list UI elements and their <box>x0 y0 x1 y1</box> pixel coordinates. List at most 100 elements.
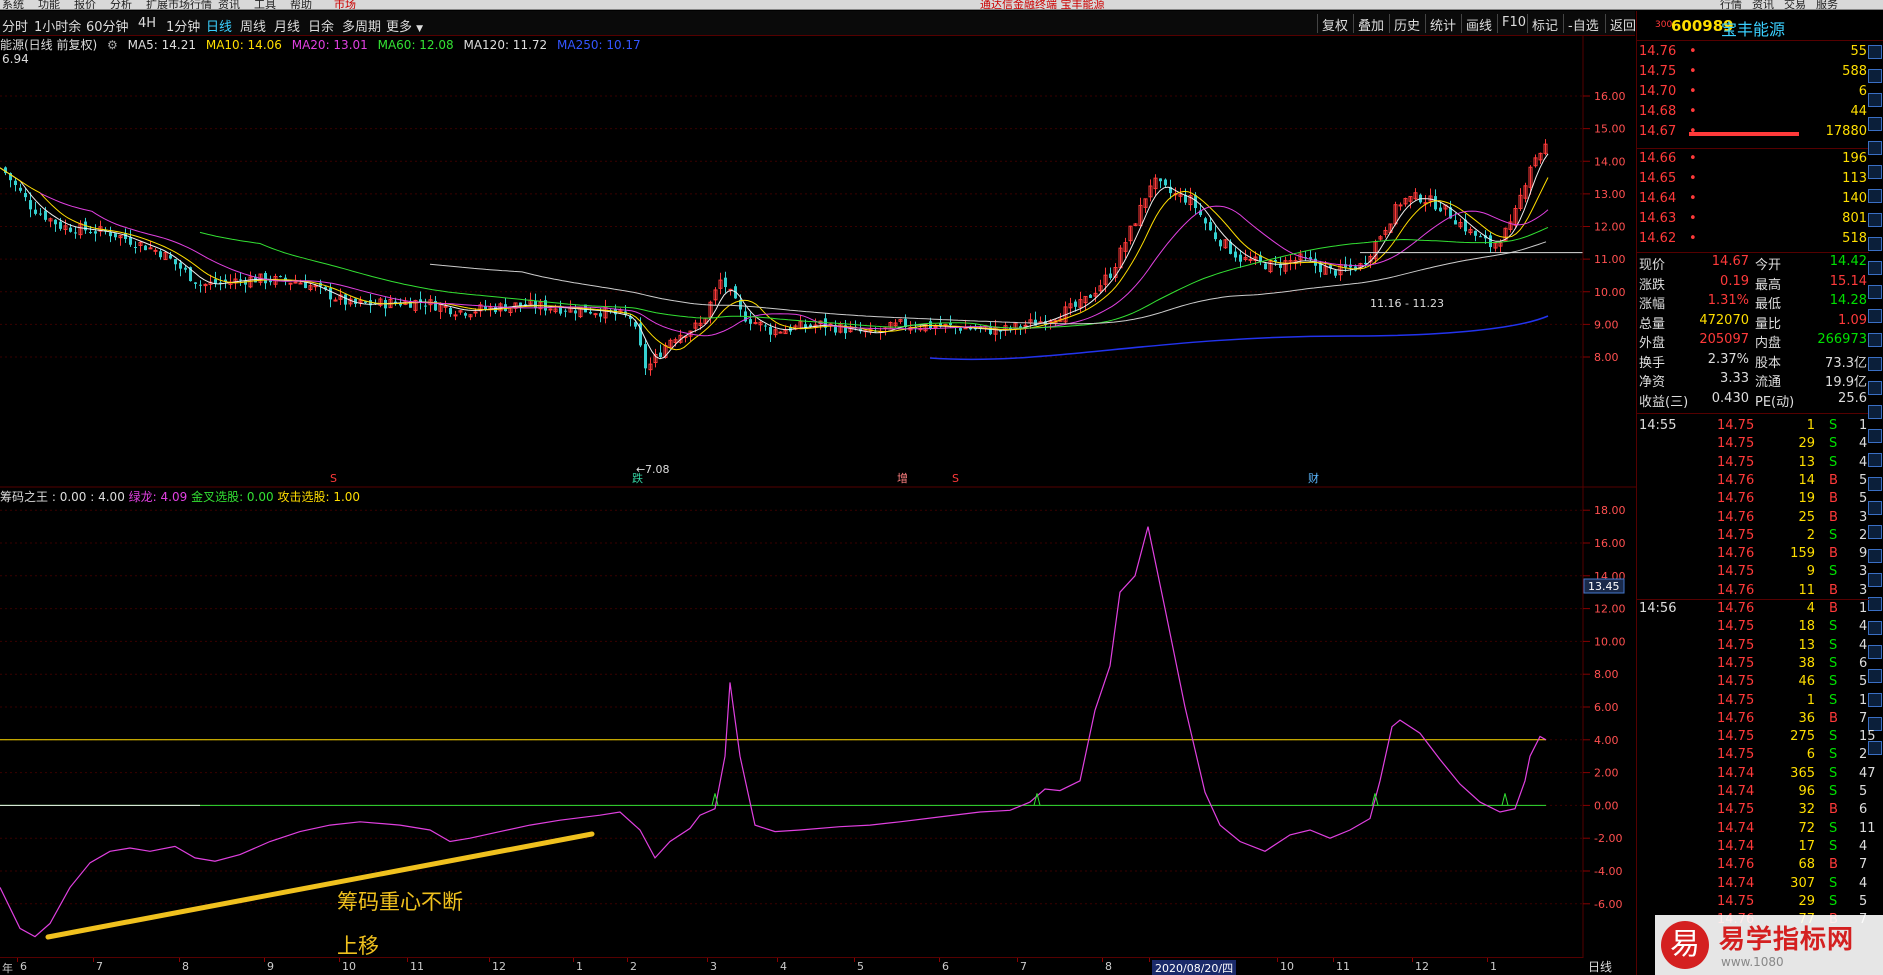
tick-row[interactable]: 14.74 307 S 4 <box>1637 876 1877 894</box>
button-mark[interactable]: 标记 <box>1527 14 1562 34</box>
tick-row[interactable]: 14.75 32 B 6 <box>1637 802 1877 820</box>
side-tool-icon[interactable] <box>1868 213 1882 227</box>
side-tool-icon[interactable] <box>1868 333 1882 347</box>
button-back[interactable]: 返回 <box>1605 14 1640 34</box>
side-tool-icon[interactable] <box>1868 261 1882 275</box>
tick-row[interactable]: 14.76 25 B 3 <box>1637 510 1877 528</box>
side-tool-icon[interactable] <box>1868 357 1882 371</box>
tick-row[interactable]: 14.75 38 S 6 <box>1637 656 1877 674</box>
tick-row[interactable]: 14.75 13 S 4 <box>1637 455 1877 473</box>
side-tool-icon[interactable] <box>1868 141 1882 155</box>
event-marker[interactable]: 增 <box>897 471 908 485</box>
period-monthly[interactable]: 月线 <box>274 16 300 35</box>
tick-row[interactable]: 14.75 29 S 5 <box>1637 894 1877 912</box>
side-tool-icon[interactable] <box>1868 117 1882 131</box>
period-60min[interactable]: 60分钟 <box>86 16 129 35</box>
tick-row[interactable]: 14.75 18 S 4 <box>1637 619 1877 637</box>
tick-row[interactable]: 14.76 11 B 3 <box>1637 583 1877 601</box>
tick-row[interactable]: 14:55 14.75 1 S 1 <box>1637 418 1877 436</box>
tick-row[interactable]: 14.74 96 S 5 <box>1637 784 1877 802</box>
tick-row[interactable]: 14.74 365 S 47 <box>1637 766 1877 784</box>
ask-row[interactable]: 14.67•17880 <box>1637 124 1867 144</box>
tick-row[interactable]: 14.74 17 S 4 <box>1637 839 1877 857</box>
menu-item-ext-market[interactable]: 扩展市场行情 <box>146 0 212 9</box>
ask-row[interactable]: 14.68 • 44 <box>1637 104 1867 124</box>
tick-row[interactable]: 14.76 14 B 5 <box>1637 473 1877 491</box>
candle-body <box>14 180 17 186</box>
top-button-trade[interactable]: 交易 <box>1784 0 1806 9</box>
button-watchlist[interactable]: -自选 <box>1563 14 1603 34</box>
top-button-news[interactable]: 资讯 <box>1752 0 1774 9</box>
tick-row[interactable]: 14.76 19 B 5 <box>1637 491 1877 509</box>
menu-item-news[interactable]: 资讯 <box>218 0 240 9</box>
tick-row[interactable]: 14.75 29 S 4 <box>1637 436 1877 454</box>
menu-item-system[interactable]: 系统 <box>2 0 24 9</box>
bid-row[interactable]: 14.63 • 801 <box>1637 211 1867 231</box>
date-tick <box>264 958 265 962</box>
menu-item-function[interactable]: 功能 <box>38 0 60 9</box>
side-tool-icon[interactable] <box>1868 189 1882 203</box>
period-1h-rem[interactable]: 1小时余 <box>34 16 81 35</box>
button-f10[interactable]: F10 <box>1497 14 1530 33</box>
menu-item-quote[interactable]: 报价 <box>74 0 96 9</box>
tick-price: 14.76 <box>1717 491 1755 507</box>
tick-row[interactable]: 14.75 9 S 3 <box>1637 564 1877 582</box>
side-tool-icon[interactable] <box>1868 165 1882 179</box>
top-button-quote[interactable]: 行情 <box>1720 0 1742 9</box>
tick-row[interactable]: 14.76 36 B 7 <box>1637 711 1877 729</box>
event-marker[interactable]: 跌 <box>632 471 643 485</box>
side-tool-icon[interactable] <box>1868 237 1882 251</box>
bid-row[interactable]: 14.62 • 518 <box>1637 231 1867 251</box>
tick-row[interactable]: 14.74 72 S 11 <box>1637 821 1877 839</box>
period-multi[interactable]: 多周期 <box>342 16 381 35</box>
period-daily[interactable]: 日线 <box>206 16 232 35</box>
side-tool-icon[interactable] <box>1868 381 1882 395</box>
menu-item-tools[interactable]: 工具 <box>254 0 276 9</box>
tick-row[interactable]: 14.75 46 S 5 <box>1637 674 1877 692</box>
ask-row[interactable]: 14.76 • 55 <box>1637 44 1867 64</box>
period-4h[interactable]: 4H <box>138 16 156 31</box>
top-button-service[interactable]: 服务 <box>1816 0 1838 9</box>
ask-row[interactable]: 14.70 • 6 <box>1637 84 1867 104</box>
candle-body <box>1239 254 1242 262</box>
tick-row[interactable]: 14.75 13 S 4 <box>1637 638 1877 656</box>
button-stats[interactable]: 统计 <box>1425 14 1460 34</box>
tick-row[interactable]: 14.75 6 S 2 <box>1637 747 1877 765</box>
menu-item-help[interactable]: 帮助 <box>290 0 312 9</box>
period-day-rem[interactable]: 日余 <box>308 16 334 35</box>
side-tool-icon[interactable] <box>1868 285 1882 299</box>
period-weekly[interactable]: 周线 <box>240 16 266 35</box>
side-tool-icon[interactable] <box>1868 45 1882 59</box>
side-tool-icon[interactable] <box>1868 69 1882 83</box>
button-overlay[interactable]: 叠加 <box>1353 14 1388 34</box>
main-chart[interactable]: ← 16.00 15.00 14.00 13.00 12.00 11.00 10.00 9.0… <box>0 36 1636 488</box>
bid-row[interactable]: 14.64 • 140 <box>1637 191 1867 211</box>
period-more[interactable]: 更多 ▼ <box>386 16 423 35</box>
tick-row[interactable]: 14.75 2 S 2 <box>1637 528 1877 546</box>
event-marker[interactable]: S <box>952 472 959 485</box>
tick-row[interactable]: 14.75 1 S 1 <box>1637 693 1877 711</box>
bid-row[interactable]: 14.65 • 113 <box>1637 171 1867 191</box>
period-1min[interactable]: 1分钟 <box>166 16 200 35</box>
tick-row[interactable]: 14:56 14.76 4 B 1 <box>1637 599 1877 619</box>
side-tool-icon[interactable] <box>1868 93 1882 107</box>
event-marker[interactable]: 财 <box>1308 471 1319 485</box>
tick-row[interactable]: 14.76 68 B 7 <box>1637 857 1877 875</box>
tick-row[interactable]: 14.75 275 S 15 <box>1637 729 1877 747</box>
side-tool-icon[interactable] <box>1868 405 1882 419</box>
indicator-chart[interactable]: 18.0016.0014.0012.0010.008.006.004.002.0… <box>0 488 1636 958</box>
period-intraday[interactable]: 分时 <box>2 16 28 35</box>
menu-item-market[interactable]: 市场 <box>334 0 356 9</box>
button-adjust[interactable]: 复权 <box>1317 14 1352 34</box>
stat-value: 73.3亿 <box>1825 355 1867 371</box>
tick-side: S <box>1829 418 1838 433</box>
side-tool-icon[interactable] <box>1868 309 1882 323</box>
bid-row[interactable]: 14.66 • 196 <box>1637 151 1867 171</box>
event-marker[interactable]: S <box>330 472 337 485</box>
menu-item-analysis[interactable]: 分析 <box>110 0 132 9</box>
tick-row[interactable]: 14.76 159 B 9 <box>1637 546 1877 564</box>
ask-row[interactable]: 14.75 • 588 <box>1637 64 1867 84</box>
stat-key: 最高 <box>1755 277 1782 293</box>
button-history[interactable]: 历史 <box>1389 14 1424 34</box>
button-draw[interactable]: 画线 <box>1461 14 1496 34</box>
